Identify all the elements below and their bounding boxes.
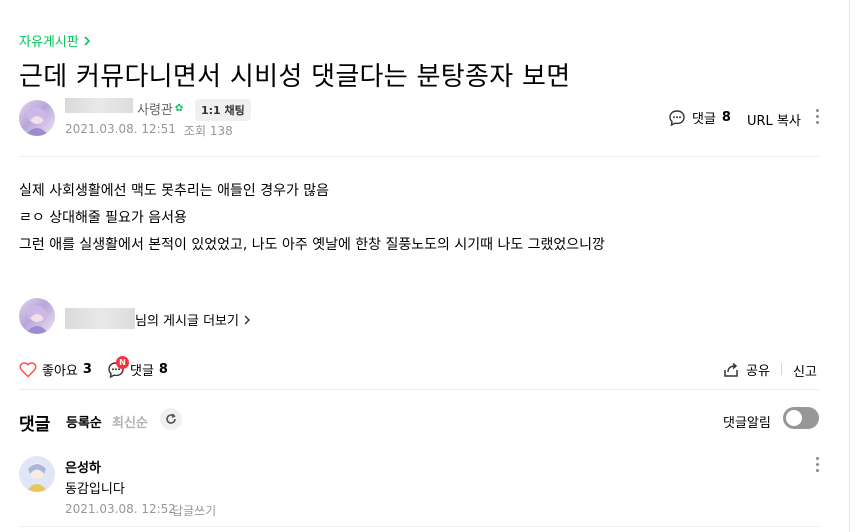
divider: [19, 389, 819, 390]
top-comment-button[interactable]: 댓글 8: [668, 108, 731, 127]
like-count: 3: [82, 362, 92, 377]
new-badge: N: [116, 355, 129, 369]
chat-button[interactable]: 1:1 채팅: [195, 99, 251, 121]
chevron-right-icon: [84, 35, 90, 46]
share-icon: [724, 362, 738, 377]
body-line-1: 실제 사회생활에선 맥도 못추리는 애들인 경우가 많음: [19, 183, 330, 199]
author-name-blurred[interactable]: [65, 98, 133, 113]
refresh-icon: [166, 413, 176, 424]
share-label: 공유: [746, 364, 770, 379]
author-rank: 사령관 ✿: [137, 99, 183, 118]
post-more-icon[interactable]: [815, 109, 819, 124]
top-comment-label: 댓글: [692, 112, 716, 127]
comment-text: 동감입니다: [65, 482, 125, 497]
bottom-comment-label: 댓글: [130, 364, 154, 379]
post-meta: 2021.03.08. 12:51 조회 138: [65, 122, 233, 139]
article-card: 자유게시판 근데 커뮤다니면서 시비성 댓글다는 분탕종자 보면 사령관 ✿ 1…: [0, 0, 850, 532]
more-posts-link[interactable]: 님의 게시글 더보기: [135, 310, 251, 329]
body-line-2: ㄹㅇ 상대해줄 필요가 음서용: [19, 210, 187, 226]
chevron-right-icon: [244, 315, 250, 324]
share-button[interactable]: 공유: [722, 360, 770, 379]
url-copy-button[interactable]: URL 복사: [747, 110, 801, 129]
like-button[interactable]: 좋아요 3: [19, 360, 92, 379]
more-posts-author-blurred: [65, 308, 135, 329]
report-button[interactable]: 신고: [793, 361, 817, 380]
like-label: 좋아요: [42, 364, 78, 379]
sort-latest-tab[interactable]: 최신순: [112, 412, 148, 431]
refresh-button[interactable]: [160, 408, 182, 430]
more-posts-avatar[interactable]: [19, 298, 55, 334]
more-posts-label: 님의 게시글 더보기: [135, 314, 239, 329]
comment-bubble-icon: [669, 109, 685, 126]
body-line-3: 그런 애를 실생활에서 본적이 있었었고, 나도 아주 옛날에 한창 질풍노도의…: [19, 237, 605, 253]
divider: [19, 156, 819, 157]
bottom-comment-count: 8: [158, 362, 168, 377]
comment-date: 2021.03.08. 12:52: [65, 502, 176, 516]
sprout-icon: ✿: [174, 103, 184, 114]
top-comment-count: 8: [721, 110, 731, 125]
bottom-comment-button[interactable]: N 댓글 8: [107, 355, 168, 379]
post-date: 2021.03.08. 12:51: [65, 122, 176, 136]
sort-registered-tab[interactable]: 등록순: [66, 412, 102, 431]
comment-avatar[interactable]: [19, 456, 55, 492]
rank-label: 사령관: [137, 103, 173, 118]
post-views: 조회 138: [183, 124, 233, 138]
action-separator: [781, 363, 782, 375]
comment-author[interactable]: 은성하: [65, 457, 101, 476]
comment-more-icon[interactable]: [815, 457, 819, 472]
heart-icon: [19, 362, 37, 378]
comment-icon-wrap: N: [107, 355, 129, 379]
post-title: 근데 커뮤다니면서 시비성 댓글다는 분탕종자 보면: [19, 62, 571, 92]
divider: [19, 526, 819, 527]
comments-heading: 댓글: [19, 415, 51, 435]
reply-button[interactable]: 답글쓰기: [172, 502, 216, 519]
author-avatar[interactable]: [19, 100, 55, 136]
comment-alarm-label: 댓글알림: [723, 416, 771, 431]
comment-alarm-toggle[interactable]: [783, 407, 819, 429]
category-link[interactable]: 자유게시판: [19, 31, 91, 50]
category-label: 자유게시판: [19, 35, 79, 50]
